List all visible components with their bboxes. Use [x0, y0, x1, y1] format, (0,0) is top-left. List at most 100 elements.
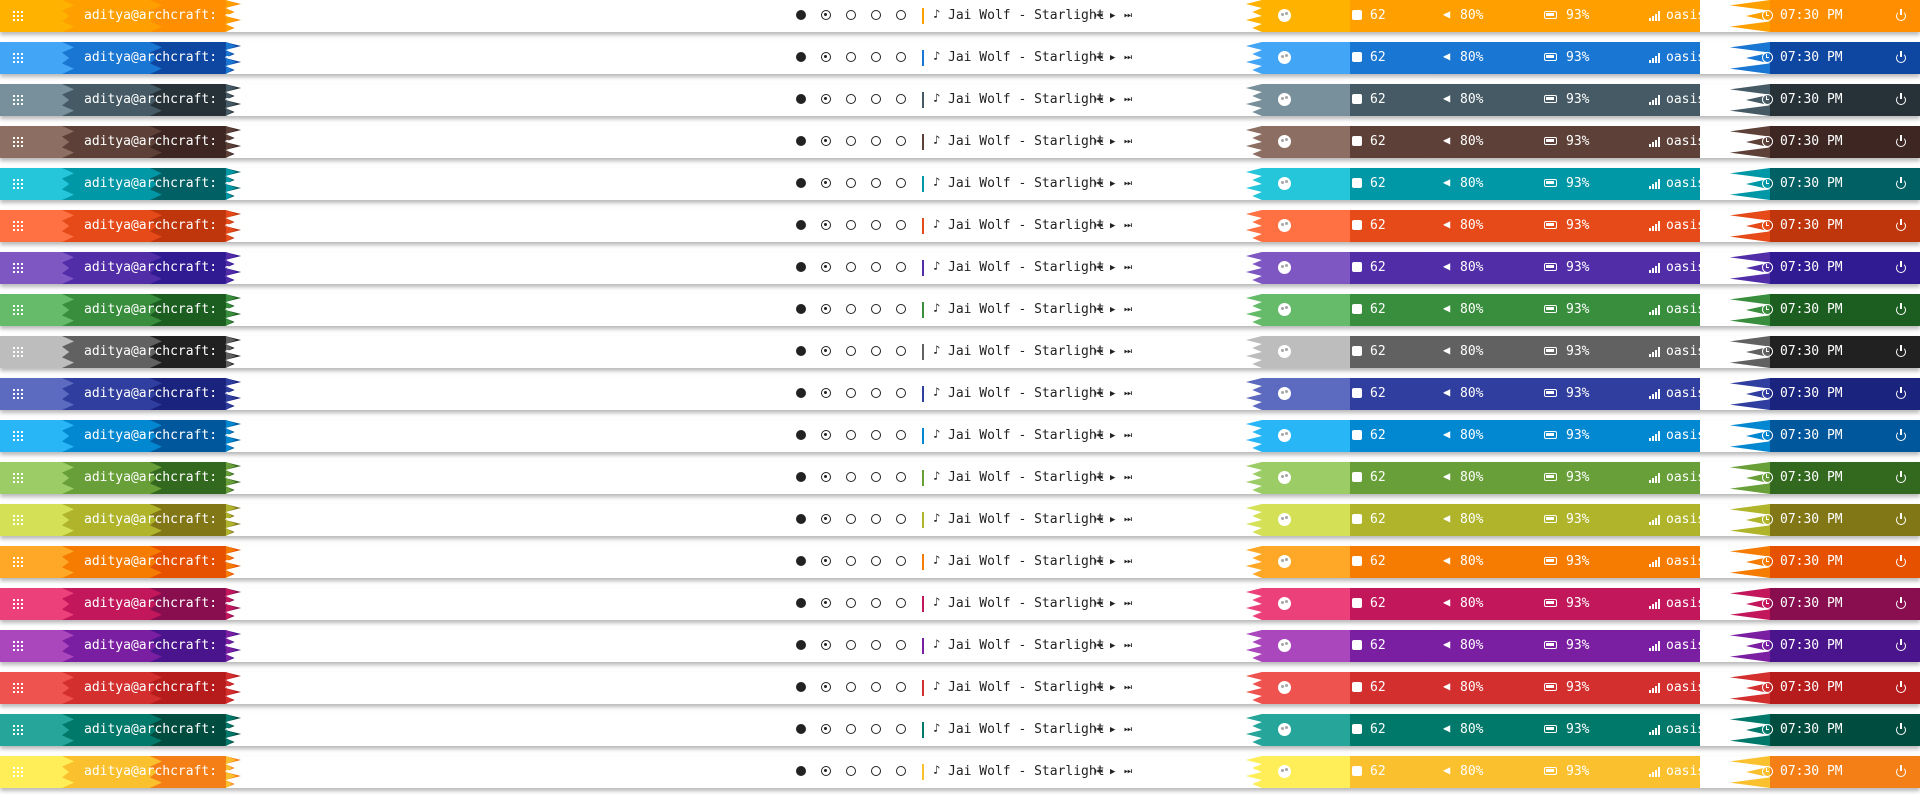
play-icon[interactable]: ▶ — [1110, 638, 1115, 654]
workspace-1-indicator[interactable] — [796, 178, 806, 188]
workspace-2-indicator[interactable] — [821, 220, 831, 230]
power-icon[interactable] — [1895, 639, 1907, 651]
workspace-2-indicator[interactable] — [821, 52, 831, 62]
workspace-3-indicator[interactable] — [846, 10, 856, 20]
workspace-2-indicator[interactable] — [821, 766, 831, 776]
skip-previous-icon[interactable]: ⏮ — [1095, 680, 1103, 696]
skip-next-icon[interactable]: ⏭ — [1124, 554, 1132, 570]
volume-level[interactable]: 80% — [1460, 218, 1483, 234]
play-icon[interactable]: ▶ — [1110, 344, 1115, 360]
play-icon[interactable]: ▶ — [1110, 554, 1115, 570]
grid-icon[interactable] — [12, 556, 24, 568]
workspace-2-indicator[interactable] — [821, 94, 831, 104]
skip-next-icon[interactable]: ⏭ — [1124, 764, 1132, 780]
play-icon[interactable]: ▶ — [1110, 92, 1115, 108]
grid-icon[interactable] — [12, 94, 24, 106]
workspace-3-indicator[interactable] — [846, 94, 856, 104]
workspace-2-indicator[interactable] — [821, 430, 831, 440]
clock-time[interactable]: 07:30 PM — [1780, 638, 1843, 654]
clock-time[interactable]: 07:30 PM — [1780, 596, 1843, 612]
workspace-4-indicator[interactable] — [871, 94, 881, 104]
workspace-3-indicator[interactable] — [846, 430, 856, 440]
workspace-2-indicator[interactable] — [821, 472, 831, 482]
workspace-4-indicator[interactable] — [871, 556, 881, 566]
workspace-3-indicator[interactable] — [846, 178, 856, 188]
workspace-5-indicator[interactable] — [896, 94, 906, 104]
workspace-1-indicator[interactable] — [796, 724, 806, 734]
volume-level[interactable]: 80% — [1460, 260, 1483, 276]
power-icon[interactable] — [1895, 765, 1907, 777]
palette-icon[interactable] — [1278, 471, 1291, 484]
workspace-5-indicator[interactable] — [896, 556, 906, 566]
clock-time[interactable]: 07:30 PM — [1780, 554, 1843, 570]
workspace-3-indicator[interactable] — [846, 766, 856, 776]
grid-icon[interactable] — [12, 430, 24, 442]
grid-icon[interactable] — [12, 640, 24, 652]
play-icon[interactable]: ▶ — [1110, 596, 1115, 612]
workspace-1-indicator[interactable] — [796, 556, 806, 566]
workspace-2-indicator[interactable] — [821, 262, 831, 272]
network-name[interactable]: oasis — [1666, 8, 1705, 24]
workspace-2-indicator[interactable] — [821, 598, 831, 608]
workspace-1-indicator[interactable] — [796, 640, 806, 650]
skip-previous-icon[interactable]: ⏮ — [1095, 218, 1103, 234]
clock-time[interactable]: 07:30 PM — [1780, 92, 1843, 108]
workspace-3-indicator[interactable] — [846, 220, 856, 230]
clock-time[interactable]: 07:30 PM — [1780, 134, 1843, 150]
power-icon[interactable] — [1895, 93, 1907, 105]
clock-time[interactable]: 07:30 PM — [1780, 680, 1843, 696]
play-icon[interactable]: ▶ — [1110, 302, 1115, 318]
play-icon[interactable]: ▶ — [1110, 722, 1115, 738]
volume-level[interactable]: 80% — [1460, 764, 1483, 780]
workspace-4-indicator[interactable] — [871, 388, 881, 398]
power-icon[interactable] — [1895, 177, 1907, 189]
volume-level[interactable]: 80% — [1460, 554, 1483, 570]
play-icon[interactable]: ▶ — [1110, 470, 1115, 486]
volume-level[interactable]: 80% — [1460, 638, 1483, 654]
palette-icon[interactable] — [1278, 51, 1291, 64]
skip-next-icon[interactable]: ⏭ — [1124, 8, 1132, 24]
network-name[interactable]: oasis — [1666, 554, 1705, 570]
skip-previous-icon[interactable]: ⏮ — [1095, 260, 1103, 276]
workspace-5-indicator[interactable] — [896, 598, 906, 608]
volume-level[interactable]: 80% — [1460, 680, 1483, 696]
workspace-4-indicator[interactable] — [871, 178, 881, 188]
workspace-3-indicator[interactable] — [846, 724, 856, 734]
skip-previous-icon[interactable]: ⏮ — [1095, 92, 1103, 108]
volume-level[interactable]: 80% — [1460, 8, 1483, 24]
palette-icon[interactable] — [1278, 513, 1291, 526]
skip-previous-icon[interactable]: ⏮ — [1095, 50, 1103, 66]
network-name[interactable]: oasis — [1666, 134, 1705, 150]
grid-icon[interactable] — [12, 598, 24, 610]
power-icon[interactable] — [1895, 261, 1907, 273]
workspace-5-indicator[interactable] — [896, 52, 906, 62]
network-name[interactable]: oasis — [1666, 50, 1705, 66]
skip-next-icon[interactable]: ⏭ — [1124, 512, 1132, 528]
power-icon[interactable] — [1895, 513, 1907, 525]
network-name[interactable]: oasis — [1666, 470, 1705, 486]
workspace-1-indicator[interactable] — [796, 94, 806, 104]
workspace-5-indicator[interactable] — [896, 262, 906, 272]
network-name[interactable]: oasis — [1666, 302, 1705, 318]
palette-icon[interactable] — [1278, 597, 1291, 610]
workspace-4-indicator[interactable] — [871, 724, 881, 734]
grid-icon[interactable] — [12, 136, 24, 148]
workspace-2-indicator[interactable] — [821, 556, 831, 566]
volume-level[interactable]: 80% — [1460, 596, 1483, 612]
grid-icon[interactable] — [12, 262, 24, 274]
palette-icon[interactable] — [1278, 555, 1291, 568]
workspace-5-indicator[interactable] — [896, 136, 906, 146]
volume-level[interactable]: 80% — [1460, 512, 1483, 528]
skip-previous-icon[interactable]: ⏮ — [1095, 8, 1103, 24]
workspace-5-indicator[interactable] — [896, 304, 906, 314]
workspace-1-indicator[interactable] — [796, 10, 806, 20]
play-icon[interactable]: ▶ — [1110, 8, 1115, 24]
workspace-3-indicator[interactable] — [846, 388, 856, 398]
workspace-4-indicator[interactable] — [871, 262, 881, 272]
clock-time[interactable]: 07:30 PM — [1780, 218, 1843, 234]
play-icon[interactable]: ▶ — [1110, 386, 1115, 402]
play-icon[interactable]: ▶ — [1110, 50, 1115, 66]
power-icon[interactable] — [1895, 723, 1907, 735]
palette-icon[interactable] — [1278, 681, 1291, 694]
workspace-4-indicator[interactable] — [871, 598, 881, 608]
